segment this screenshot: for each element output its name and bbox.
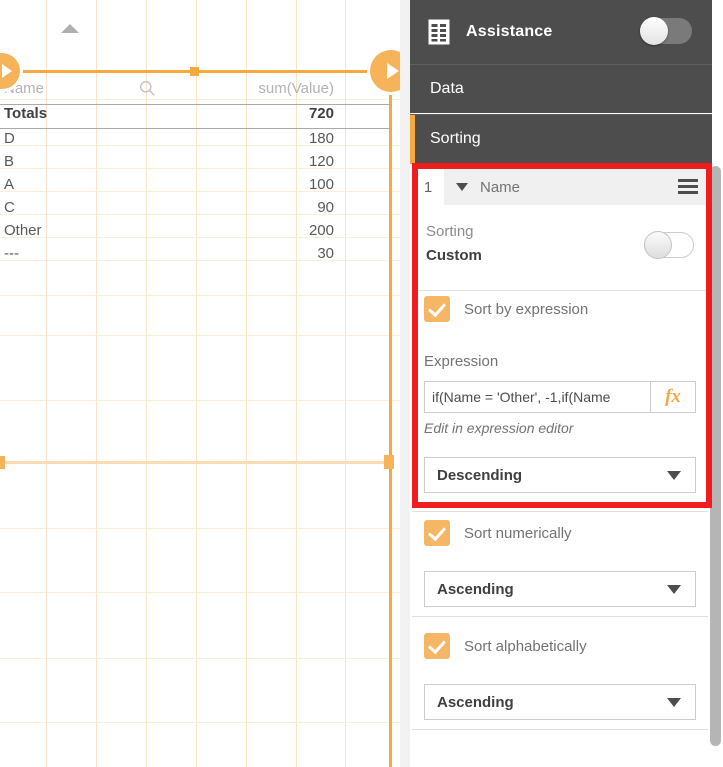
section-divider <box>412 729 708 730</box>
totals-label: Totals <box>4 105 48 122</box>
grid-line-horizontal <box>0 528 400 529</box>
resize-handle-middle-left[interactable] <box>0 456 5 469</box>
tab-sorting-label: Sorting <box>430 130 481 147</box>
alpha-direction-select[interactable]: Ascending <box>424 684 696 720</box>
sort-by-expression-label: Sort by expression <box>464 300 589 318</box>
chevron-down-icon <box>667 470 681 480</box>
table-row[interactable]: A 100 <box>0 173 392 196</box>
table-row[interactable]: B 120 <box>0 150 392 173</box>
fx-icon[interactable]: fx <box>650 381 696 413</box>
table-row-totals: Totals 720 <box>0 102 392 127</box>
cell-value: 200 <box>308 222 334 239</box>
sort-by-expression-checkbox-row[interactable]: Sort by expression <box>424 296 588 322</box>
tab-sorting[interactable]: Sorting <box>410 114 712 164</box>
alpha-direction-value: Ascending <box>437 693 514 711</box>
cell-name: Other <box>4 222 42 239</box>
checkbox-checked-icon[interactable] <box>424 520 450 546</box>
search-icon[interactable] <box>139 80 156 97</box>
expression-editor-hint[interactable]: Edit in expression editor <box>424 420 573 436</box>
section-divider <box>412 511 708 512</box>
resize-handle-top[interactable] <box>190 67 199 76</box>
panel-title: Assistance <box>466 23 553 40</box>
totals-value: 720 <box>308 105 334 122</box>
sort-numerically-label: Sort numerically <box>464 524 572 542</box>
cell-name: B <box>4 153 15 170</box>
sorting-label: Sorting <box>426 223 474 240</box>
grid-line-horizontal <box>0 400 400 401</box>
grid-line-horizontal <box>0 722 400 723</box>
chart-pane[interactable]: Name sum(Value) Totals 720 D 180 B 120 A <box>0 0 400 767</box>
cell-name: C <box>4 199 15 216</box>
sorting-mode-value: Custom <box>426 247 482 264</box>
chevron-down-icon[interactable] <box>456 183 468 191</box>
table-row[interactable]: C 90 <box>0 196 392 219</box>
sort-ascending-caret-icon <box>61 24 79 33</box>
selection-bar-top[interactable] <box>8 70 390 73</box>
checkbox-checked-icon[interactable] <box>424 633 450 659</box>
expression-label: Expression <box>424 353 499 370</box>
cell-name: D <box>4 130 15 147</box>
dimension-name: Name <box>480 178 521 196</box>
sort-alphabetically-checkbox-row[interactable]: Sort alphabetically <box>424 633 587 659</box>
tab-data[interactable]: Data <box>410 64 712 113</box>
grid-line-horizontal <box>0 295 400 296</box>
sort-alphabetically-label: Sort alphabetically <box>464 637 587 655</box>
resize-handle-middle-right[interactable] <box>384 455 394 469</box>
table-icon <box>428 19 450 45</box>
grid-line-horizontal <box>0 592 400 593</box>
numeric-direction-value: Ascending <box>437 580 514 598</box>
grid-line-horizontal <box>0 335 400 336</box>
sorting-auto-toggle[interactable] <box>644 231 694 259</box>
dimension-index: 1 <box>412 169 444 205</box>
dimension-row[interactable]: 1 Name <box>412 169 708 205</box>
cell-name: --- <box>4 245 19 262</box>
cell-value: 30 <box>317 245 334 262</box>
toggle-knob <box>640 17 668 45</box>
chevron-down-icon <box>667 697 681 707</box>
totals-separator <box>0 128 392 129</box>
assistance-toggle[interactable] <box>640 17 692 45</box>
expression-direction-select[interactable]: Descending <box>424 457 696 493</box>
grid-line-horizontal <box>0 658 400 659</box>
cell-value: 180 <box>308 130 334 147</box>
cell-value: 90 <box>317 199 334 216</box>
header-separator <box>0 104 392 105</box>
expression-input-wrap[interactable]: fx <box>424 381 696 413</box>
checkbox-checked-icon[interactable] <box>424 296 450 322</box>
table-header-row[interactable]: Name sum(Value) <box>0 76 392 102</box>
tab-active-indicator <box>410 115 415 164</box>
hamburger-icon[interactable] <box>678 179 698 195</box>
toggle-knob <box>644 231 672 259</box>
properties-panel: Assistance Data Sorting 1 Name Sorting C… <box>410 0 723 767</box>
cell-name: A <box>4 176 15 193</box>
column-header-measure[interactable]: sum(Value) <box>258 76 334 102</box>
expression-direction-value: Descending <box>437 466 523 484</box>
table-row[interactable]: Other 200 <box>0 219 392 242</box>
selection-bar-middle[interactable] <box>0 461 390 464</box>
sort-numerically-checkbox-row[interactable]: Sort numerically <box>424 520 572 546</box>
tab-data-label: Data <box>430 80 464 97</box>
panel-scrollbar[interactable] <box>710 166 721 746</box>
numeric-direction-select[interactable]: Ascending <box>424 571 696 607</box>
panel-gutter <box>400 0 410 767</box>
cell-value: 100 <box>308 176 334 193</box>
cell-value: 120 <box>308 153 334 170</box>
chevron-down-icon <box>667 584 681 594</box>
sorting-mode-block: Sorting Custom <box>412 205 708 291</box>
expression-input[interactable] <box>424 381 650 413</box>
table-row[interactable]: D 180 <box>0 127 392 150</box>
section-divider <box>412 616 708 617</box>
table-row[interactable]: --- 30 <box>0 242 392 265</box>
panel-header: Assistance <box>410 0 712 64</box>
